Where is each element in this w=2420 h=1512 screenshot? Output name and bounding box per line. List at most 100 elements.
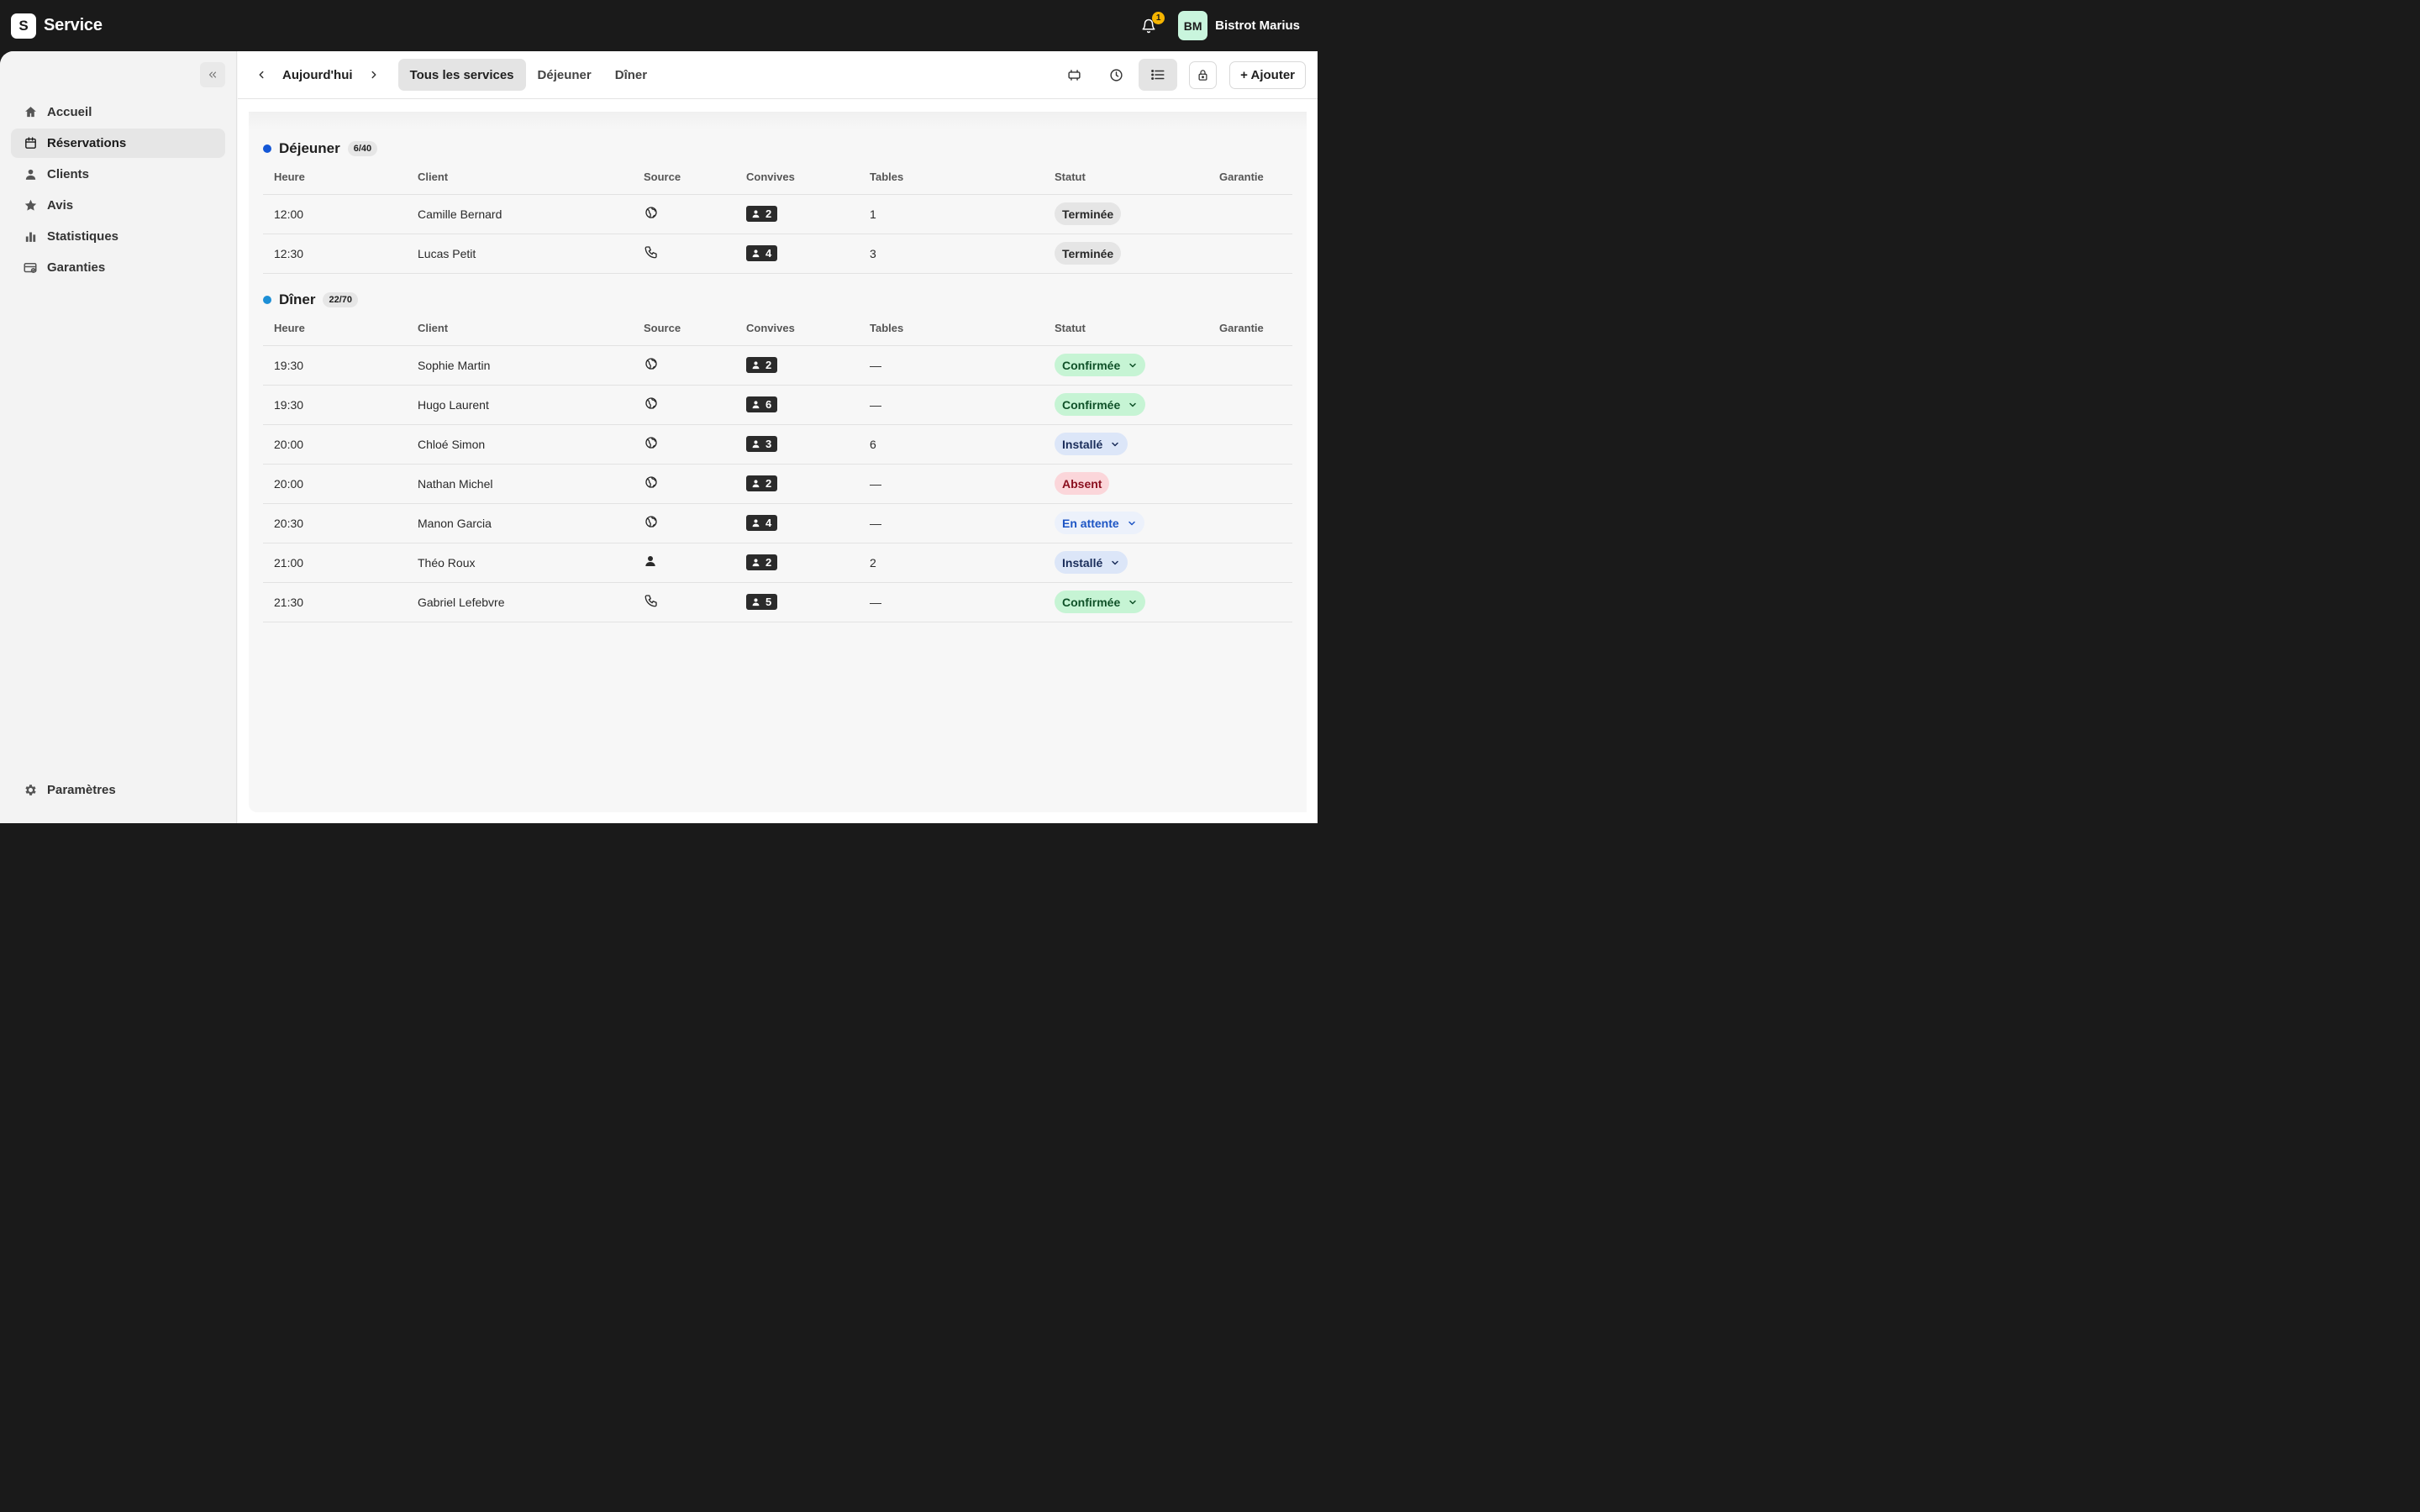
table-row[interactable]: 20:00 Nathan Michel 2 — Absent (263, 464, 1292, 504)
column-header[interactable]: Convives (735, 160, 859, 195)
status-badge[interactable]: Confirmée (1055, 393, 1146, 416)
table-header: Heure Client Source Convives Tables Statut Gar… (263, 160, 1292, 195)
reservation-guarantee (1208, 424, 1292, 465)
status-badge: Terminée (1055, 202, 1122, 225)
table-header-row: Heure Client Source Convives Tables Statut Gar… (263, 160, 1292, 195)
tab-2[interactable]: Dîner (603, 59, 659, 91)
guest-count-badge: 2 (746, 357, 778, 373)
chevron-down-icon (1129, 402, 1136, 407)
tab-1[interactable]: Déjeuner (526, 59, 603, 91)
service-dot (263, 144, 271, 153)
reservation-status: En attente (1044, 503, 1208, 543)
table-header: Heure Client Source Convives Tables Statut Gar… (263, 312, 1292, 346)
collapse-sidebar-button[interactable] (200, 62, 225, 87)
table-row[interactable]: 19:30 Sophie Martin 2 — Confirmée (263, 345, 1292, 386)
guest-count-badge: 6 (746, 396, 778, 412)
main-panel: Accueil Réservations Clients Avis Statistiqu… (0, 51, 1318, 823)
column-header[interactable]: Statut (1044, 312, 1208, 346)
service-header: Dîner 22/70 (263, 288, 1292, 312)
guest-count-badge: 4 (746, 245, 778, 261)
sidebar-item-settings[interactable]: Paramètres (11, 775, 225, 805)
globe-icon (645, 397, 657, 409)
tab-0[interactable]: Tous les services (397, 59, 526, 91)
table-body: 19:30 Sophie Martin 2— Confirmée 19:30 Hugo L… (263, 345, 1292, 622)
status-badge: Terminée (1055, 242, 1122, 265)
column-header[interactable]: Client (407, 160, 633, 195)
reservation-status: Installé (1044, 424, 1208, 465)
status-label: Terminée (1062, 246, 1114, 260)
reservation-table: 3 (859, 234, 1044, 274)
guest-count: 2 (765, 556, 772, 569)
column-header[interactable]: Convives (735, 312, 859, 346)
column-header[interactable]: Statut (1044, 160, 1208, 195)
column-header[interactable]: Tables (859, 160, 1044, 195)
service-title: Déjeuner (279, 140, 340, 156)
status-badge[interactable]: Confirmée (1055, 591, 1146, 613)
status-badge[interactable]: Confirmée (1055, 354, 1146, 376)
reservation-client: Sophie Martin (407, 345, 633, 386)
list-view-button[interactable] (1139, 59, 1178, 91)
app-logo[interactable]: S (11, 13, 36, 39)
reservation-guarantee (1208, 503, 1292, 543)
status-badge[interactable]: En attente (1055, 512, 1144, 534)
lock-button[interactable] (1189, 60, 1218, 89)
table-row[interactable]: 12:00 Camille Bernard 2 1 Terminée (263, 194, 1292, 234)
next-day-button[interactable] (361, 62, 387, 87)
table-row[interactable]: 21:00 Théo Roux 2 2 Installé (263, 543, 1292, 583)
column-header[interactable]: Garantie (1208, 312, 1292, 346)
status-badge[interactable]: Installé (1055, 433, 1128, 455)
table-row[interactable]: 20:30 Manon Garcia 4 — En attente (263, 503, 1292, 543)
timeline-view-button[interactable] (1097, 59, 1135, 91)
reservation-status: Terminée (1044, 234, 1208, 274)
reservation-table: — (859, 464, 1044, 504)
reservation-source (633, 234, 735, 274)
globe-icon (645, 516, 657, 528)
column-header[interactable]: Source (633, 312, 735, 346)
sidebar-item-4[interactable]: Statistiques (11, 222, 225, 251)
account-name[interactable]: Bistrot Marius (1215, 18, 1300, 33)
column-header[interactable]: Tables (859, 312, 1044, 346)
reservation-client: Gabriel Lefebvre (407, 582, 633, 622)
table-row[interactable]: 20:00 Chloé Simon 3 6 Installé (263, 424, 1292, 465)
guest-count: 5 (765, 596, 772, 608)
globe-icon (645, 358, 657, 370)
date-label[interactable]: Aujourd'hui (282, 68, 353, 82)
add-reservation-button[interactable]: + Ajouter (1229, 60, 1306, 89)
column-header[interactable]: Heure (263, 312, 407, 346)
notifications-button[interactable]: 1 (1136, 11, 1165, 39)
reservation-client: Camille Bernard (407, 194, 633, 234)
reservation-table: — (859, 503, 1044, 543)
table-row[interactable]: 19:30 Hugo Laurent 6 — Confirmée (263, 385, 1292, 425)
service-section: Dîner 22/70 Heure Client Source Convives Table… (263, 288, 1292, 622)
service-count-badge: 22/70 (323, 292, 358, 307)
table-row[interactable]: 21:30 Gabriel Lefebvre 5 — Confirmée (263, 582, 1292, 622)
reservation-client: Manon Garcia (407, 503, 633, 543)
previous-day-button[interactable] (249, 62, 274, 87)
user-icon (23, 167, 38, 182)
avatar[interactable]: BM (1178, 11, 1208, 40)
sidebar-item-1[interactable]: Réservations (11, 129, 225, 158)
guest-count: 2 (765, 207, 772, 220)
column-header[interactable]: Source (633, 160, 735, 195)
guest-count: 3 (765, 438, 772, 450)
reservations-list[interactable]: Déjeuner 6/40 Heure Client Source Convives Tab… (249, 112, 1307, 812)
sidebar-item-2[interactable]: Clients (11, 160, 225, 189)
column-header[interactable]: Client (407, 312, 633, 346)
sidebar-item-5[interactable]: Garanties (11, 253, 225, 282)
sidebar-item-label: Réservations (47, 136, 127, 150)
sidebar-item-0[interactable]: Accueil (11, 97, 225, 127)
status-label: Installé (1062, 437, 1103, 451)
table-row[interactable]: 12:30 Lucas Petit 4 3 Terminée (263, 234, 1292, 274)
floor-plan-view-button[interactable] (1055, 59, 1093, 91)
column-header[interactable]: Heure (263, 160, 407, 195)
reservation-source (633, 385, 735, 425)
status-badge[interactable]: Installé (1055, 551, 1128, 574)
reservation-time: 12:00 (263, 194, 407, 234)
globe-icon (645, 476, 657, 488)
reservation-time: 21:30 (263, 582, 407, 622)
column-header[interactable]: Garantie (1208, 160, 1292, 195)
card-icon (23, 260, 38, 276)
reservation-status: Terminée (1044, 194, 1208, 234)
sidebar-item-3[interactable]: Avis (11, 191, 225, 220)
app-title: Service (44, 16, 103, 34)
